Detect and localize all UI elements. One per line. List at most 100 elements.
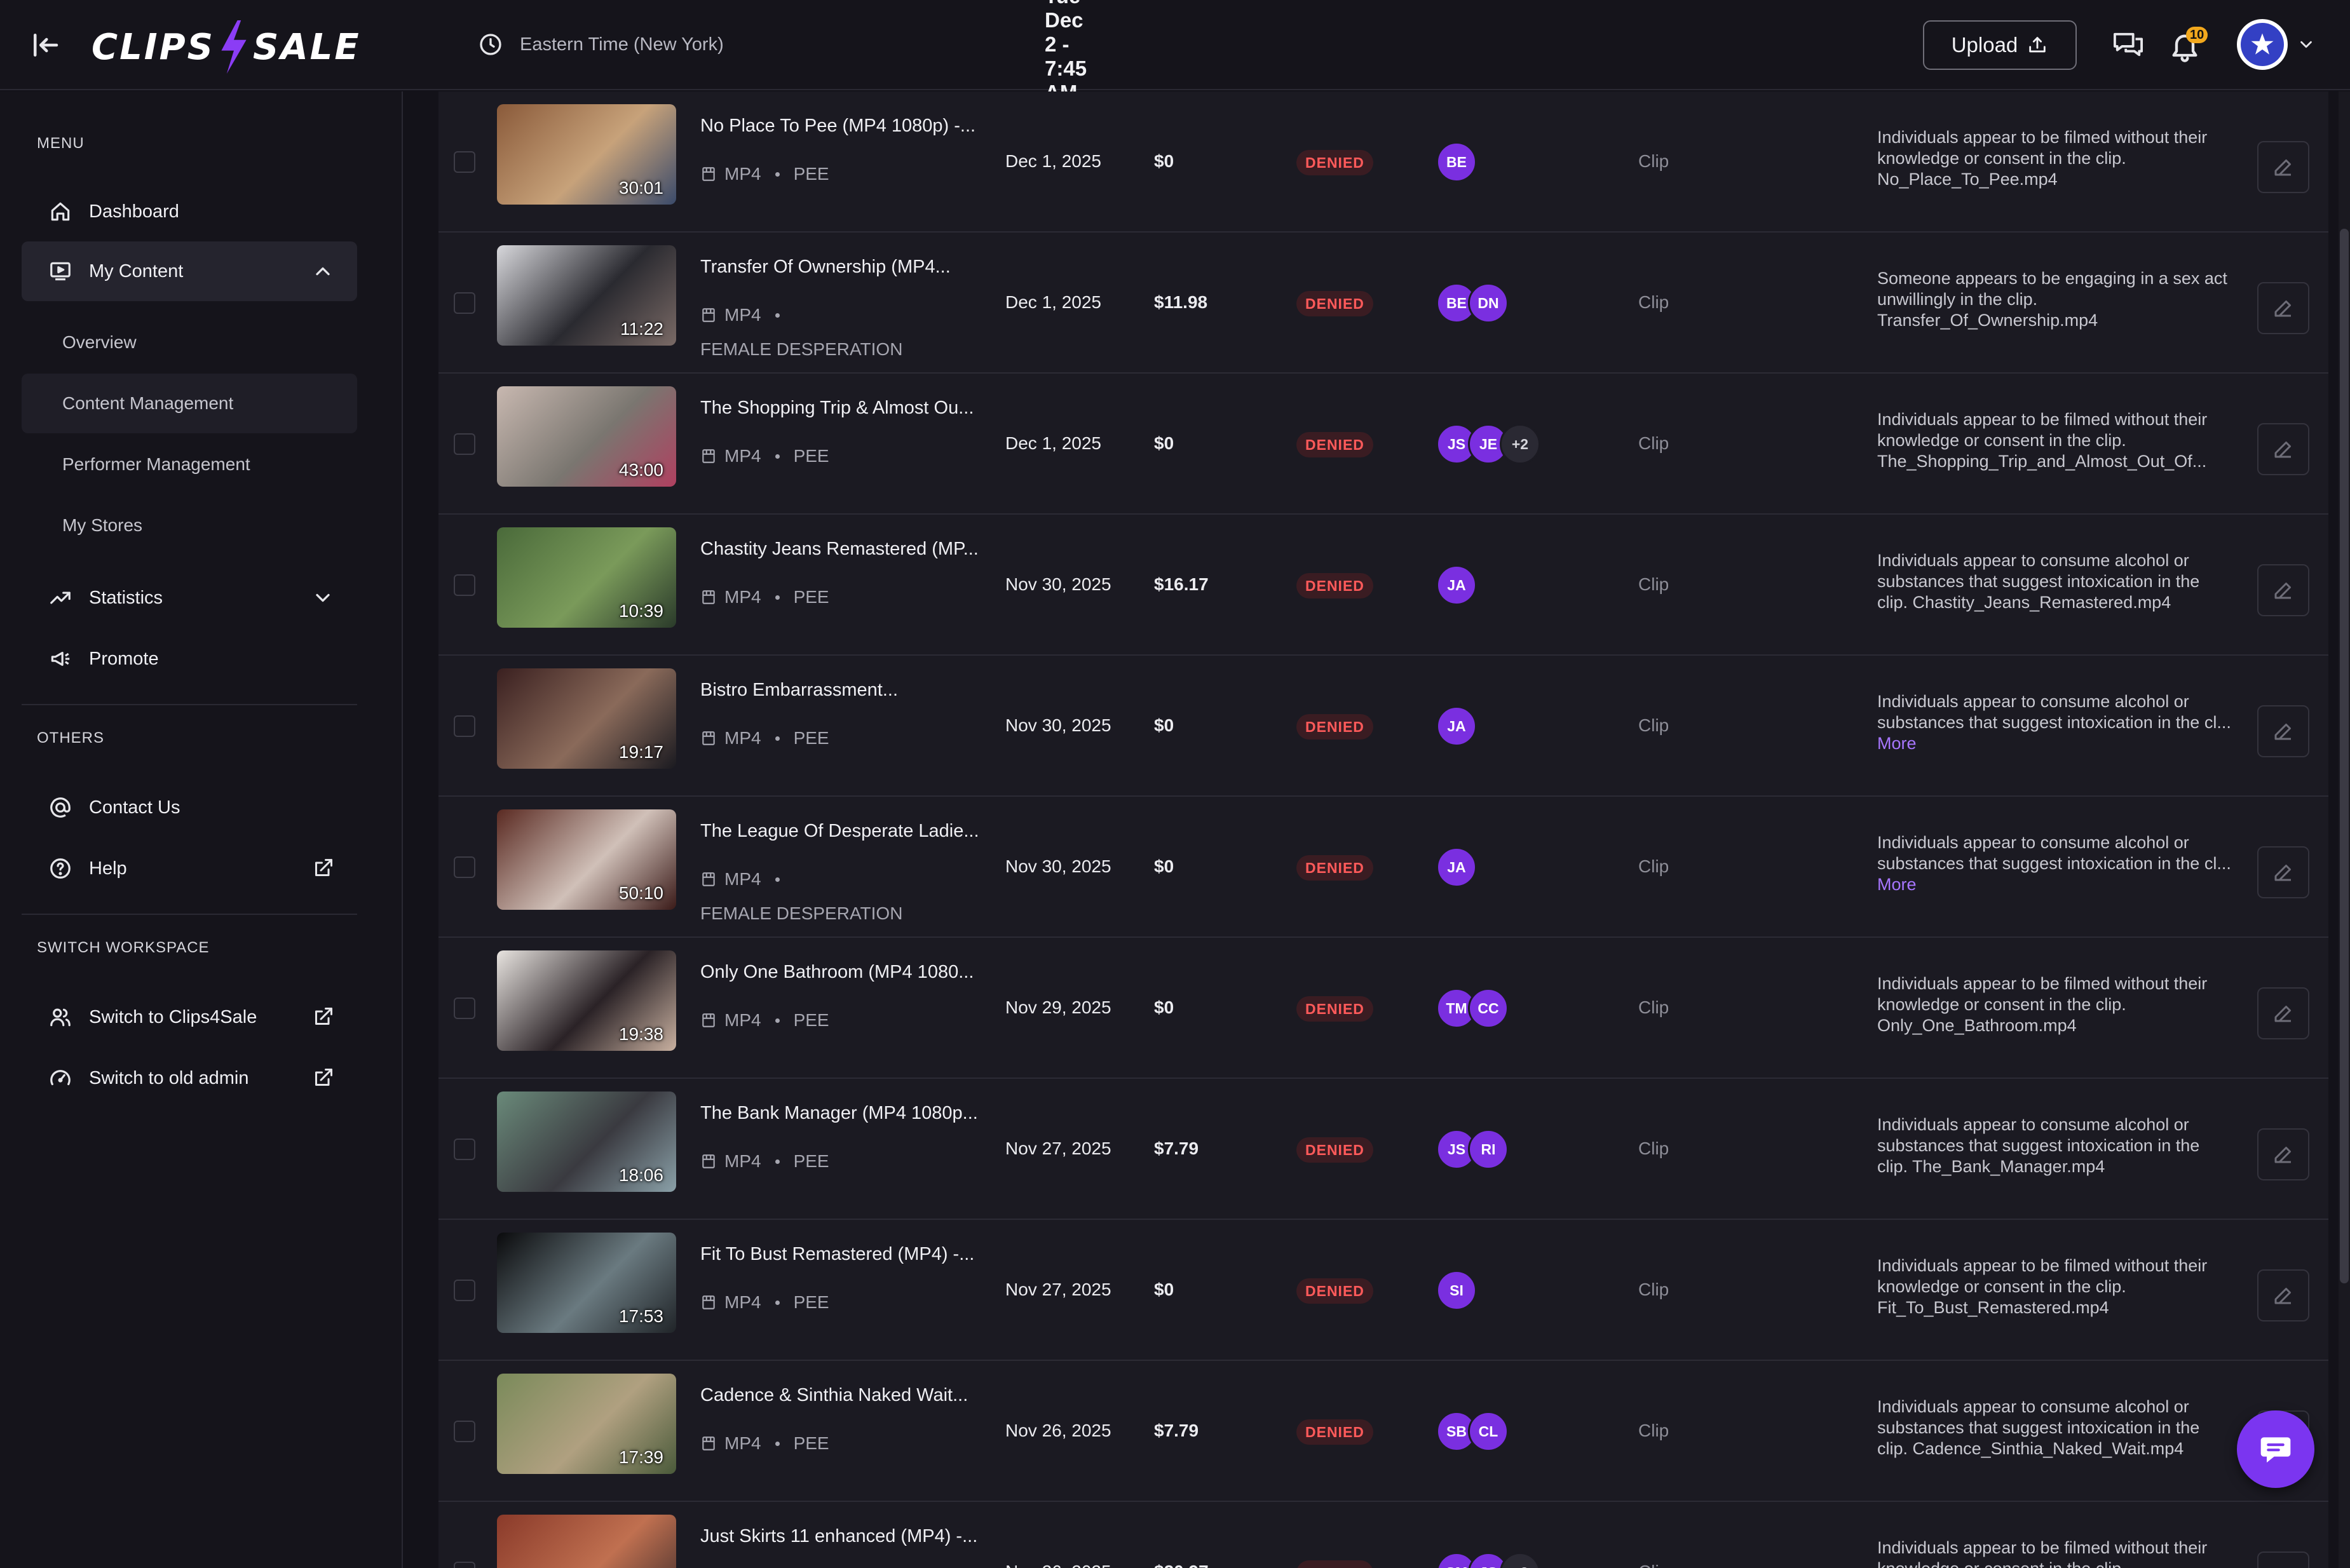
table-row[interactable]: 30:01 No Place To Pee (MP4 1080p) -... MP4…: [438, 91, 2328, 233]
row-checkbox[interactable]: [454, 1139, 475, 1160]
performer-avatar[interactable]: JA: [1436, 565, 1477, 605]
performer-avatar[interactable]: +2: [1500, 1552, 1540, 1568]
clips4sale-logo[interactable]: CLIPS SALE: [92, 20, 361, 74]
clip-title[interactable]: Only One Bathroom (MP4 1080...: [700, 962, 980, 983]
edit-button[interactable]: [2257, 1269, 2309, 1321]
clip-title[interactable]: Transfer Of Ownership (MP4...: [700, 257, 980, 278]
clip-thumbnail[interactable]: 17:39: [497, 1374, 676, 1474]
clip-title[interactable]: Cadence & Sinthia Naked Wait...: [700, 1385, 980, 1406]
table-row[interactable]: 19:38 Only One Bathroom (MP4 1080... MP4 PE…: [438, 938, 2328, 1079]
performer-avatar[interactable]: JA: [1436, 706, 1477, 747]
more-link[interactable]: More: [1877, 734, 1917, 753]
row-checkbox[interactable]: [454, 997, 475, 1019]
clip-title[interactable]: No Place To Pee (MP4 1080p) -...: [700, 116, 980, 137]
edit-button[interactable]: [2257, 846, 2309, 898]
performer-avatar[interactable]: DN: [1468, 283, 1509, 323]
messages-icon[interactable]: [2112, 30, 2144, 60]
edit-button[interactable]: [2257, 705, 2309, 757]
clip-thumbnail[interactable]: 19:38: [497, 950, 676, 1051]
performer-avatar[interactable]: JA: [1436, 847, 1477, 888]
clip-title[interactable]: Fit To Bust Remastered (MP4) -...: [700, 1244, 980, 1265]
edit-button[interactable]: [2257, 1551, 2309, 1568]
clip-thumbnail[interactable]: 50:10: [497, 809, 676, 910]
table-row[interactable]: 43:00 The Shopping Trip & Almost Ou... MP4…: [438, 374, 2328, 515]
edit-button[interactable]: [2257, 564, 2309, 616]
clip-thumbnail[interactable]: [497, 1515, 676, 1568]
sidebar-item-statistics[interactable]: Statistics: [22, 568, 357, 628]
sidebar-item-contact-us[interactable]: Contact Us: [22, 778, 357, 837]
more-link[interactable]: More: [1877, 875, 1917, 894]
performer-avatar[interactable]: +2: [1500, 424, 1540, 464]
table-row[interactable]: Just Skirts 11 enhanced (MP4) -...MP4PEE…: [438, 1502, 2328, 1568]
row-checkbox[interactable]: [454, 574, 475, 596]
content-type: Clip: [1638, 1139, 1669, 1158]
clip-duration: 18:06: [618, 1165, 663, 1185]
sidebar-item-my-content[interactable]: My Content: [22, 241, 357, 301]
clip-title[interactable]: Just Skirts 11 enhanced (MP4) -...: [700, 1526, 980, 1547]
clip-thumbnail[interactable]: 10:39: [497, 527, 676, 628]
performer-avatar[interactable]: CL: [1468, 1411, 1509, 1452]
clip-thumbnail[interactable]: 43:00: [497, 386, 676, 487]
clip-title[interactable]: Chastity Jeans Remastered (MP...: [700, 539, 980, 560]
clip-thumbnail[interactable]: 11:22: [497, 245, 676, 346]
file-video-icon: [702, 449, 715, 463]
row-checkbox[interactable]: [454, 1421, 475, 1442]
upload-button[interactable]: Upload: [1923, 20, 2077, 70]
clock-icon: [480, 34, 501, 55]
row-checkbox[interactable]: [454, 292, 475, 314]
sidebar-subitem-overview[interactable]: Overview: [22, 313, 357, 372]
table-row[interactable]: 19:17 Bistro Embarrassment... MP4 PEE Nov 30…: [438, 656, 2328, 797]
clip-category: PEE: [793, 1151, 829, 1171]
edit-button[interactable]: [2257, 1128, 2309, 1180]
clip-thumbnail[interactable]: 30:01: [497, 104, 676, 205]
sidebar-divider: [22, 704, 357, 705]
edit-button[interactable]: [2257, 987, 2309, 1039]
edit-button[interactable]: [2257, 282, 2309, 334]
denial-reason-text: Individuals appear to consume alcohol or…: [1877, 1115, 2200, 1176]
sidebar-item-dashboard[interactable]: Dashboard: [22, 182, 357, 241]
table-row[interactable]: 18:06 The Bank Manager (MP4 1080p... MP4 PE…: [438, 1079, 2328, 1220]
edit-button[interactable]: [2257, 141, 2309, 193]
account-menu[interactable]: [2237, 19, 2316, 70]
table-row[interactable]: 17:39 Cadence & Sinthia Naked Wait... MP4 P…: [438, 1361, 2328, 1502]
sidebar-subitem-content-management[interactable]: Content Management: [22, 374, 357, 433]
sidebar-item-switch-old-admin[interactable]: Switch to old admin: [22, 1048, 357, 1108]
table-row[interactable]: 17:53 Fit To Bust Remastered (MP4) -... MP…: [438, 1220, 2328, 1361]
edit-pencil-icon: [2274, 442, 2291, 458]
row-checkbox[interactable]: [454, 1280, 475, 1301]
clip-meta: MP4 PEE: [700, 446, 829, 466]
table-row[interactable]: 10:39 Chastity Jeans Remastered (MP... MP4…: [438, 515, 2328, 656]
performer-avatar[interactable]: RI: [1468, 1129, 1509, 1170]
table-row[interactable]: 50:10 The League Of Desperate Ladie... MP4…: [438, 797, 2328, 938]
sidebar-item-switch-clips4sale[interactable]: Switch to Clips4Sale: [22, 987, 357, 1047]
sidebar-subitem-my-stores[interactable]: My Stores: [22, 496, 357, 555]
clip-title[interactable]: The Bank Manager (MP4 1080p...: [700, 1103, 980, 1124]
row-checkbox[interactable]: [454, 433, 475, 455]
table-row[interactable]: 11:22 Transfer Of Ownership (MP4... MP4 FEM…: [438, 233, 2328, 374]
notifications-button[interactable]: 10: [2168, 27, 2208, 65]
performer-avatar[interactable]: BE: [1436, 142, 1477, 182]
scrollbar-thumb[interactable]: [2340, 229, 2349, 1283]
row-checkbox[interactable]: [454, 151, 475, 173]
row-checkbox[interactable]: [454, 715, 475, 737]
file-video-icon: [702, 590, 715, 604]
notification-badge: 10: [2186, 27, 2208, 43]
support-chat-button[interactable]: [2237, 1410, 2314, 1488]
clip-title[interactable]: The League Of Desperate Ladie...: [700, 821, 980, 842]
row-checkbox[interactable]: [454, 856, 475, 878]
clip-thumbnail[interactable]: 19:17: [497, 668, 676, 769]
performer-avatar[interactable]: CC: [1468, 988, 1509, 1029]
clip-title[interactable]: The Shopping Trip & Almost Ou...: [700, 398, 980, 419]
content-type: Clip: [1638, 1562, 1669, 1568]
performer-list: SB CL: [1436, 1411, 1509, 1452]
clip-thumbnail[interactable]: 17:53: [497, 1233, 676, 1333]
collapse-sidebar-icon[interactable]: [28, 28, 62, 62]
edit-button[interactable]: [2257, 423, 2309, 475]
sidebar-item-help[interactable]: Help: [22, 839, 357, 898]
performer-avatar[interactable]: SI: [1436, 1270, 1477, 1311]
sidebar-item-promote[interactable]: Promote: [22, 629, 357, 689]
clip-thumbnail[interactable]: 18:06: [497, 1092, 676, 1192]
sidebar-subitem-performer-management[interactable]: Performer Management: [22, 435, 357, 494]
clip-title[interactable]: Bistro Embarrassment...: [700, 680, 980, 701]
row-checkbox[interactable]: [454, 1562, 475, 1568]
